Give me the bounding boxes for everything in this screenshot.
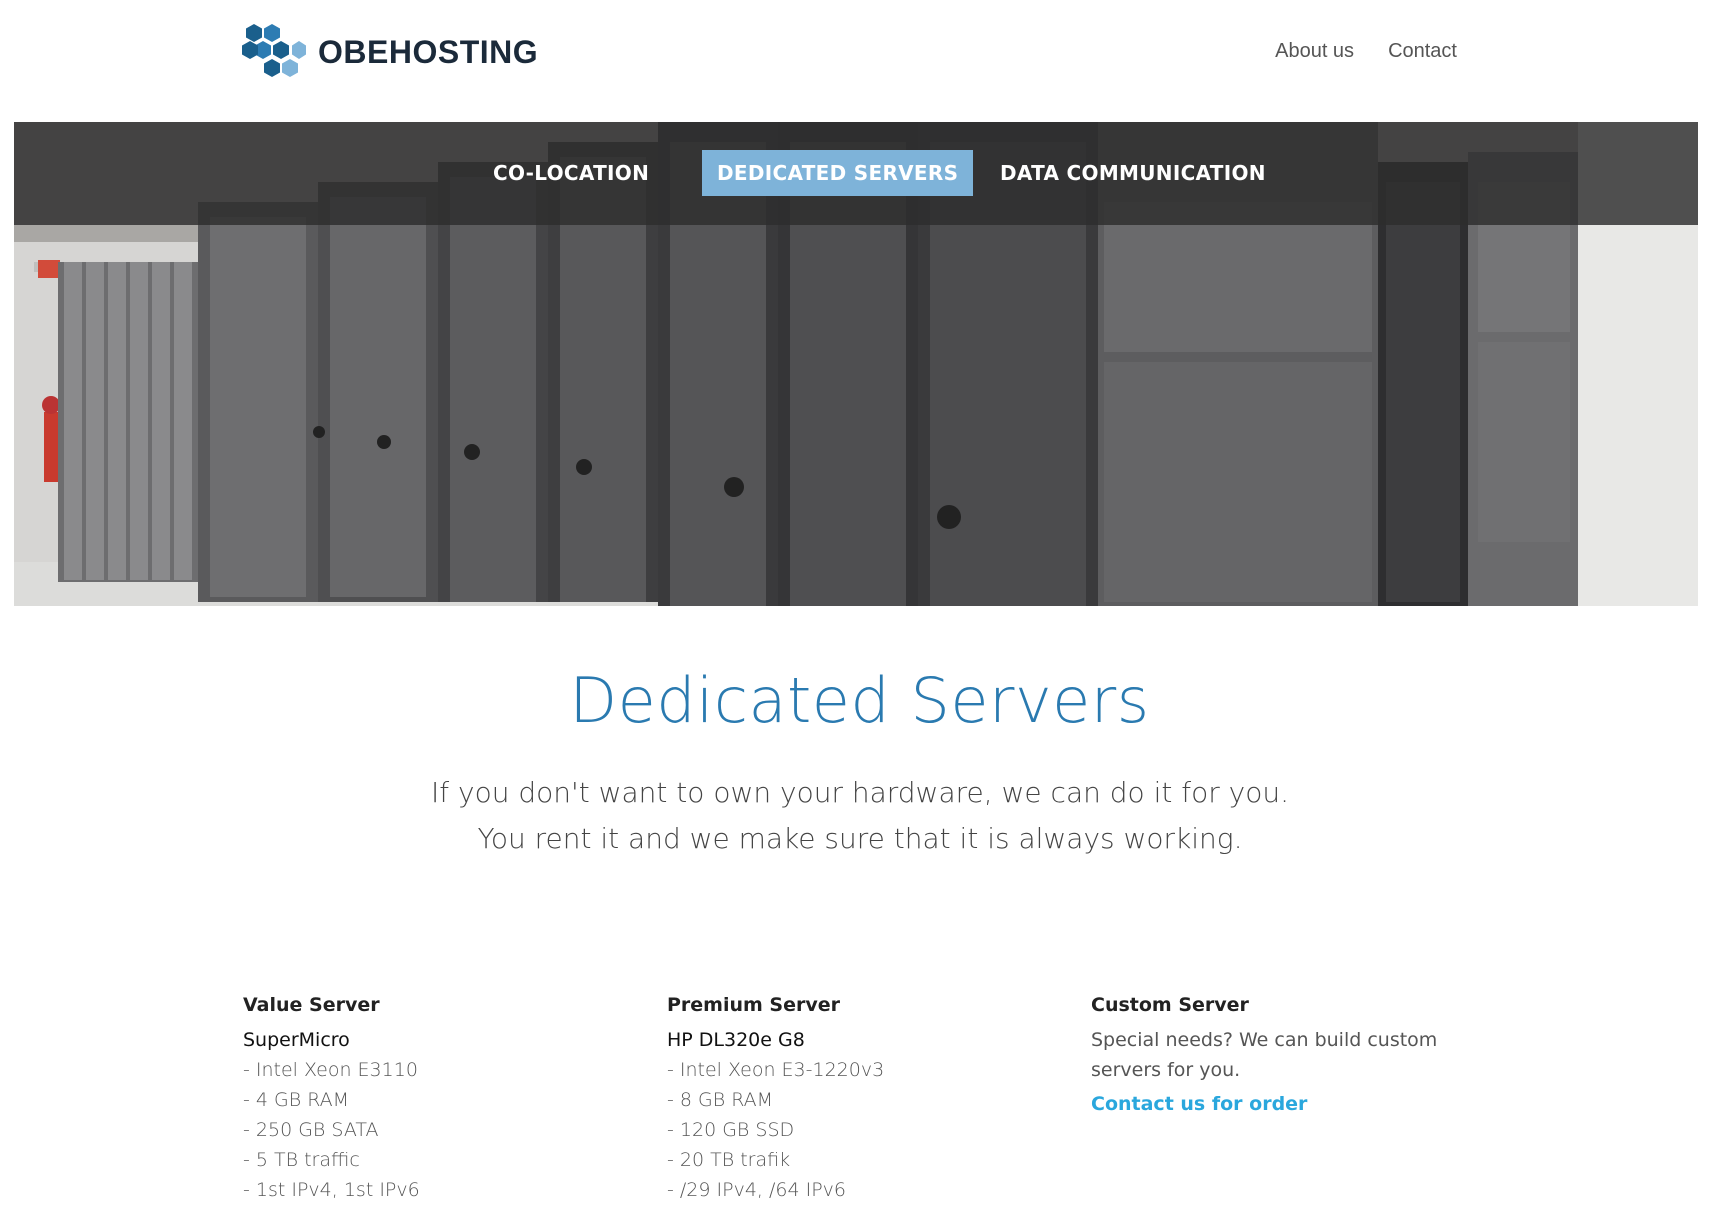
logo[interactable]: OBEHOSTING [242, 22, 538, 82]
spec-item: - Intel Xeon E3-1220v3 [667, 1059, 885, 1081]
logo-wordmark-bold: OBE [318, 34, 389, 70]
main-nav-data-communication[interactable]: DATA COMMUNICATION [985, 150, 1281, 196]
spec-item: - 4 GB RAM [243, 1089, 350, 1111]
premium-server-specs: - Intel Xeon E3-1220v3 - 8 GB RAM - 120 … [667, 1055, 1067, 1205]
contact-us-for-order-link[interactable]: Contact us for order [1091, 1093, 1307, 1115]
value-server-model: SuperMicro [243, 1029, 350, 1051]
spec-item: - 250 GB SATA [243, 1119, 379, 1141]
page-title: Dedicated Servers [569, 664, 1150, 737]
spec-item: - 120 GB SSD [667, 1119, 795, 1141]
spec-item: - 1st IPv4, 1st IPv6 [243, 1179, 420, 1201]
spec-item: - /29 IPv4, /64 IPv6 [667, 1179, 846, 1201]
value-server-specs: - Intel Xeon E3110 - 4 GB RAM - 250 GB S… [243, 1055, 643, 1205]
main-nav-co-location[interactable]: CO-LOCATION [478, 150, 664, 196]
site-header: OBEHOSTING About us Contact [0, 0, 1719, 122]
top-nav-about-us[interactable]: About us [1275, 40, 1354, 63]
top-nav: About us Contact [1275, 40, 1457, 63]
intro-text: If you don't want to own your hardware, … [431, 776, 1289, 855]
spec-item: - Intel Xeon E3110 [243, 1059, 418, 1081]
value-server-heading: Value Server [243, 994, 380, 1016]
logo-wordmark: OBEHOSTING [318, 36, 538, 68]
hexagon-logo-icon [242, 24, 306, 77]
custom-server-heading: Custom Server [1091, 994, 1249, 1016]
spec-item: - 8 GB RAM [667, 1089, 774, 1111]
custom-server-column: Custom Server Special needs? We can buil… [1091, 991, 1491, 1115]
spec-item: - 5 TB traffic [243, 1149, 360, 1171]
custom-server-text: Special needs? We can build custom serve… [1091, 1029, 1438, 1081]
premium-server-model: HP DL320e G8 [667, 1029, 805, 1051]
value-server-column: Value Server SuperMicro - Intel Xeon E31… [243, 991, 643, 1205]
spec-item: - 20 TB trafik [667, 1149, 791, 1171]
main-nav: CO-LOCATION DEDICATED SERVERS DATA COMMU… [0, 150, 1719, 198]
premium-server-heading: Premium Server [667, 994, 841, 1016]
logo-wordmark-rest: HOSTING [388, 34, 539, 70]
premium-server-column: Premium Server HP DL320e G8 - Intel Xeon… [667, 991, 1067, 1205]
main-nav-dedicated-servers[interactable]: DEDICATED SERVERS [702, 150, 974, 196]
top-nav-contact[interactable]: Contact [1388, 40, 1457, 63]
